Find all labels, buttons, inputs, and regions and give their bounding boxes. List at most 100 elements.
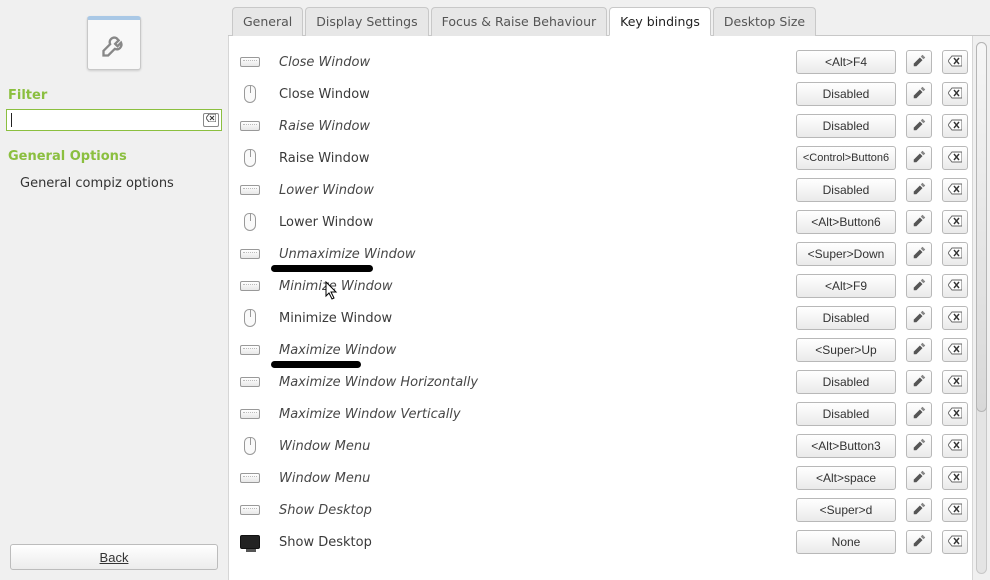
binding-value-button[interactable]: <Super>d bbox=[796, 498, 896, 522]
binding-value-button[interactable]: Disabled bbox=[796, 370, 896, 394]
edit-binding-button[interactable] bbox=[906, 466, 932, 490]
edit-binding-button[interactable] bbox=[906, 82, 932, 106]
binding-value-button[interactable]: None bbox=[796, 530, 896, 554]
edit-binding-button[interactable] bbox=[906, 530, 932, 554]
main: GeneralDisplay SettingsFocus & Raise Beh… bbox=[228, 0, 990, 580]
tab-display-settings[interactable]: Display Settings bbox=[305, 7, 428, 36]
clear-binding-button[interactable] bbox=[942, 178, 968, 202]
backspace-x-icon bbox=[948, 311, 962, 326]
edit-binding-button[interactable] bbox=[906, 114, 932, 138]
binding-row: Lower WindowDisabled bbox=[239, 174, 968, 206]
edit-binding-button[interactable] bbox=[906, 210, 932, 234]
keyboard-icon bbox=[239, 373, 261, 391]
binding-row: Close WindowDisabled bbox=[239, 78, 968, 110]
clear-binding-button[interactable] bbox=[942, 498, 968, 522]
options-heading: General Options bbox=[6, 145, 222, 170]
binding-value-button[interactable]: <Alt>space bbox=[796, 466, 896, 490]
clear-binding-button[interactable] bbox=[942, 274, 968, 298]
edit-binding-button[interactable] bbox=[906, 242, 932, 266]
filter-box[interactable] bbox=[6, 109, 222, 131]
back-button[interactable]: Back bbox=[10, 544, 218, 570]
binding-label: Minimize Window bbox=[271, 279, 786, 294]
binding-row: Raise Window Disabled bbox=[239, 110, 968, 142]
pencil-icon bbox=[912, 502, 926, 519]
binding-row: Raise Window<Control>Button6 bbox=[239, 142, 968, 174]
clear-binding-button[interactable] bbox=[942, 338, 968, 362]
clear-binding-button[interactable] bbox=[942, 530, 968, 554]
binding-row: Show DesktopNone bbox=[239, 526, 968, 558]
binding-value-button[interactable]: <Alt>Button6 bbox=[796, 210, 896, 234]
binding-value-button[interactable]: Disabled bbox=[796, 178, 896, 202]
binding-row: Maximize Window HorizontallyDisabled bbox=[239, 366, 968, 398]
filter-input[interactable] bbox=[13, 111, 203, 130]
binding-value-button[interactable]: Disabled bbox=[796, 82, 896, 106]
backspace-x-icon bbox=[206, 114, 216, 122]
tab-general[interactable]: General bbox=[232, 7, 303, 36]
pencil-icon bbox=[912, 214, 926, 231]
edit-binding-button[interactable] bbox=[906, 370, 932, 394]
binding-value-button[interactable]: <Super>Down bbox=[796, 242, 896, 266]
backspace-x-icon bbox=[948, 183, 962, 198]
pencil-icon bbox=[912, 534, 926, 551]
mouse-icon bbox=[239, 149, 261, 167]
keyboard-icon bbox=[239, 277, 261, 295]
plugin-icon bbox=[87, 16, 141, 70]
scrollbar-thumb[interactable] bbox=[976, 42, 987, 412]
edit-binding-button[interactable] bbox=[906, 274, 932, 298]
clear-binding-button[interactable] bbox=[942, 370, 968, 394]
keyboard-icon bbox=[239, 53, 261, 71]
clear-binding-button[interactable] bbox=[942, 50, 968, 74]
binding-value-button[interactable]: Disabled bbox=[796, 306, 896, 330]
backspace-x-icon bbox=[948, 375, 962, 390]
binding-value-button[interactable]: <Alt>F4 bbox=[796, 50, 896, 74]
binding-value-button[interactable]: Disabled bbox=[796, 402, 896, 426]
tab-key-bindings[interactable]: Key bindings bbox=[609, 7, 711, 36]
clear-binding-button[interactable] bbox=[942, 402, 968, 426]
backspace-x-icon bbox=[948, 119, 962, 134]
binding-value-button[interactable]: <Alt>Button3 bbox=[796, 434, 896, 458]
edit-binding-button[interactable] bbox=[906, 498, 932, 522]
clear-filter-button[interactable] bbox=[203, 113, 219, 127]
edit-binding-button[interactable] bbox=[906, 146, 932, 170]
clear-binding-button[interactable] bbox=[942, 210, 968, 234]
binding-label: Raise Window bbox=[271, 119, 786, 134]
edit-binding-button[interactable] bbox=[906, 338, 932, 362]
sidebar-item-general-compiz[interactable]: General compiz options bbox=[6, 170, 222, 197]
binding-label: Window Menu bbox=[271, 439, 786, 454]
mouse-icon bbox=[239, 213, 261, 231]
clear-binding-button[interactable] bbox=[942, 82, 968, 106]
keyboard-icon bbox=[239, 341, 261, 359]
clear-binding-button[interactable] bbox=[942, 114, 968, 138]
monitor-icon bbox=[239, 533, 261, 551]
edit-binding-button[interactable] bbox=[906, 178, 932, 202]
binding-value-button[interactable]: <Super>Up bbox=[796, 338, 896, 362]
binding-value-button[interactable]: <Control>Button6 bbox=[796, 146, 896, 170]
clear-binding-button[interactable] bbox=[942, 146, 968, 170]
binding-value-button[interactable]: Disabled bbox=[796, 114, 896, 138]
mouse-icon bbox=[239, 309, 261, 327]
edit-binding-button[interactable] bbox=[906, 402, 932, 426]
edit-binding-button[interactable] bbox=[906, 306, 932, 330]
pencil-icon bbox=[912, 278, 926, 295]
binding-label: Maximize Window bbox=[271, 343, 786, 358]
pencil-icon bbox=[912, 54, 926, 71]
tab-focus-raise-behaviour[interactable]: Focus & Raise Behaviour bbox=[431, 7, 608, 36]
tabs: GeneralDisplay SettingsFocus & Raise Beh… bbox=[228, 0, 990, 36]
pencil-icon bbox=[912, 438, 926, 455]
clear-binding-button[interactable] bbox=[942, 306, 968, 330]
backspace-x-icon bbox=[948, 247, 962, 262]
binding-row: Maximize Window <Super>Up bbox=[239, 334, 968, 366]
edit-binding-button[interactable] bbox=[906, 434, 932, 458]
tab-desktop-size[interactable]: Desktop Size bbox=[713, 7, 816, 36]
binding-label: Close Window bbox=[271, 55, 786, 70]
clear-binding-button[interactable] bbox=[942, 242, 968, 266]
scrollbar[interactable] bbox=[972, 36, 990, 580]
cursor-icon bbox=[325, 281, 339, 301]
sidebar: Filter General Options General compiz op… bbox=[0, 0, 228, 580]
clear-binding-button[interactable] bbox=[942, 434, 968, 458]
edit-binding-button[interactable] bbox=[906, 50, 932, 74]
content: Close Window<Alt>F4Close WindowDisabledR… bbox=[228, 36, 990, 580]
clear-binding-button[interactable] bbox=[942, 466, 968, 490]
binding-value-button[interactable]: <Alt>F9 bbox=[796, 274, 896, 298]
filter-heading: Filter bbox=[6, 84, 222, 109]
